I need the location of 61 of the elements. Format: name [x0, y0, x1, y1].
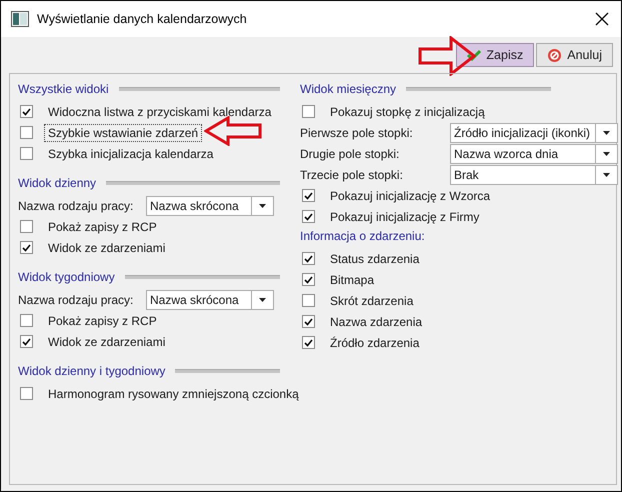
cancel-button[interactable]: Anuluj [536, 43, 613, 67]
checkbox[interactable] [20, 126, 33, 139]
checkbox-label[interactable]: Harmonogram rysowany zmniejszoną czcionką [44, 384, 303, 402]
checkbox-label[interactable]: Bitmapa [326, 270, 378, 288]
checkbox-label[interactable]: Widok ze zdarzeniami [44, 332, 170, 350]
checkbox[interactable] [302, 336, 315, 349]
checkbox[interactable] [20, 387, 33, 400]
field-label: Nazwa rodzaju pracy: [18, 292, 134, 306]
checkbox-label[interactable]: Status zdarzenia [326, 250, 424, 268]
checkbox-label[interactable]: Szybkie wstawianie zdarzeń [44, 124, 202, 142]
checkbox[interactable] [302, 210, 315, 223]
checkbox[interactable] [20, 147, 33, 160]
field-label: Nazwa rodzaju pracy: [18, 198, 134, 212]
checkbox-label[interactable]: Widoczna listwa z przyciskami kalendarza [44, 102, 276, 120]
section-title: Widok tygodniowy [18, 270, 115, 284]
save-button[interactable]: Zapisz [456, 43, 534, 67]
checkbox[interactable] [20, 335, 33, 348]
checkbox[interactable] [302, 189, 315, 202]
field-label: Pierwsze pole stopki: [300, 126, 414, 140]
dropdown-field[interactable]: Nazwa skrócona [146, 290, 274, 310]
dropdown-field[interactable]: Nazwa skrócona [146, 196, 274, 216]
section-title: Wszystkie widoki [18, 82, 109, 96]
dropdown-arrow-icon [603, 130, 610, 134]
field-label: Drugie pole stopki: [300, 146, 400, 160]
cancel-icon [547, 48, 562, 62]
checkbox[interactable] [20, 241, 33, 254]
close-icon[interactable] [595, 12, 609, 26]
dropdown-arrow-icon [259, 204, 266, 208]
dropdown-arrow-icon [259, 298, 266, 302]
dropdown-arrow-icon [603, 152, 610, 156]
section-title: Informacja o zdarzeniu: [300, 229, 425, 243]
checkbox-label[interactable]: Pokazuj inicjalizację z Firmy [326, 208, 484, 226]
checkbox[interactable] [20, 220, 33, 233]
checkbox[interactable] [302, 315, 315, 328]
checkbox-label[interactable]: Szybka inicjalizacja kalendarza [44, 144, 218, 162]
checkbox-label[interactable]: Skrót zdarzenia [326, 292, 418, 310]
checkbox-label[interactable]: Widok ze zdarzeniami [44, 238, 170, 256]
checkbox[interactable] [302, 273, 315, 286]
checkbox[interactable] [20, 314, 33, 327]
window-icon [11, 11, 29, 27]
window-title: Wyświetlanie danych kalendarzowych [37, 12, 248, 26]
arrow-icon [418, 36, 476, 76]
dropdown-arrow-icon [603, 172, 610, 176]
section-title: Widok dzienny [18, 176, 96, 190]
checkbox-label[interactable]: Źródło zdarzenia [326, 334, 424, 352]
checkmark-icon [467, 49, 482, 61]
dropdown-field[interactable]: Nazwa wzorca dnia [450, 144, 618, 164]
checkbox-label[interactable]: Pokaż zapisy z RCP [44, 218, 161, 236]
dropdown-field[interactable]: Źródło inicjalizacji (ikonki) [450, 122, 618, 142]
checkbox-label[interactable]: Pokazuj inicjalizację z Wzorca [326, 186, 494, 204]
section-title: Widok dzienny i tygodniowy [18, 364, 166, 378]
checkbox[interactable] [302, 252, 315, 265]
checkbox[interactable] [302, 105, 315, 118]
checkbox[interactable] [20, 105, 33, 118]
checkbox-label[interactable]: Pokaż zapisy z RCP [44, 312, 161, 330]
checkbox-label[interactable]: Pokazuj stopkę z inicjalizacją [326, 102, 489, 120]
checkbox-label[interactable]: Nazwa zdarzenia [326, 312, 426, 330]
dropdown-field[interactable]: Brak [450, 164, 618, 184]
checkbox[interactable] [302, 294, 315, 307]
section-title: Widok miesięczny [300, 82, 396, 96]
field-label: Trzecie pole stopki: [300, 168, 404, 182]
